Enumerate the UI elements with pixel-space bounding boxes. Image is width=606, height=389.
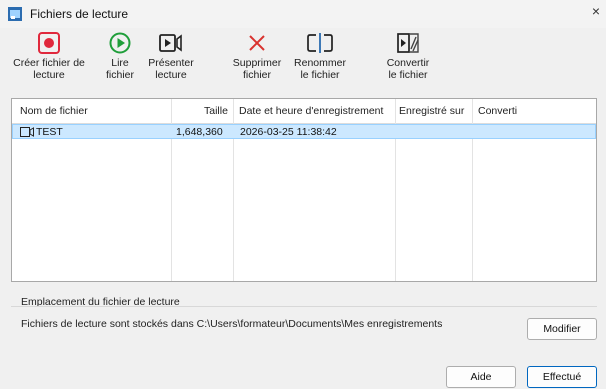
present-icon bbox=[159, 34, 182, 52]
window-title: Fichiers de lecture bbox=[30, 7, 129, 21]
play-file-label-2: fichier bbox=[105, 69, 134, 81]
done-button[interactable]: Effectué bbox=[527, 366, 597, 388]
rename-file-button[interactable]: Renommer le fichier bbox=[290, 32, 350, 81]
create-recording-label-2: lecture bbox=[33, 69, 65, 81]
delete-file-button[interactable]: Supprimer fichier bbox=[229, 32, 285, 81]
create-recording-button[interactable]: Créer fichier de lecture bbox=[11, 32, 87, 81]
play-file-label-1: Lire bbox=[111, 57, 129, 69]
delete-file-label-1: Supprimer bbox=[232, 57, 282, 69]
group-divider bbox=[11, 306, 597, 307]
delete-icon bbox=[249, 35, 265, 51]
rename-icon bbox=[307, 33, 333, 53]
convert-file-label-2: le fichier bbox=[388, 69, 428, 81]
header-converted[interactable]: Converti bbox=[478, 105, 517, 117]
storage-path-text: Fichiers de lecture sont stockés dans C:… bbox=[21, 318, 443, 330]
present-recording-button[interactable]: Présenter lecture bbox=[145, 32, 197, 81]
video-file-icon bbox=[20, 127, 34, 137]
play-file-button[interactable]: Lire fichier bbox=[103, 32, 137, 81]
row-size: 1,648,360 bbox=[176, 126, 223, 138]
present-recording-label-1: Présenter bbox=[148, 57, 194, 69]
recordings-list[interactable]: Nom de fichier Taille Date et heure d'en… bbox=[11, 98, 597, 282]
create-recording-label-1: Créer fichier de bbox=[13, 57, 85, 69]
convert-icon bbox=[397, 33, 419, 53]
close-icon[interactable]: × bbox=[592, 3, 600, 19]
rename-file-label-2: le fichier bbox=[300, 69, 340, 81]
header-date[interactable]: Date et heure d'enregistrement bbox=[239, 105, 383, 117]
row-date: 2026-03-25 11:38:42 bbox=[240, 126, 337, 138]
list-header: Nom de fichier Taille Date et heure d'en… bbox=[12, 99, 596, 124]
convert-file-button[interactable]: Convertir le fichier bbox=[383, 32, 433, 81]
table-row[interactable]: TEST 1,648,360 2026-03-25 11:38:42 bbox=[12, 124, 596, 139]
app-icon bbox=[8, 7, 22, 21]
modify-button[interactable]: Modifier bbox=[527, 318, 597, 340]
delete-file-label-2: fichier bbox=[242, 69, 271, 81]
header-saved-on[interactable]: Enregistré sur bbox=[399, 105, 464, 117]
rename-file-label-1: Renommer bbox=[294, 57, 346, 69]
header-filename[interactable]: Nom de fichier bbox=[20, 105, 88, 117]
record-icon bbox=[38, 32, 60, 54]
header-size[interactable]: Taille bbox=[204, 105, 228, 117]
row-filename: TEST bbox=[36, 126, 63, 138]
present-recording-label-2: lecture bbox=[155, 69, 187, 81]
play-icon bbox=[109, 32, 131, 54]
toolbar: Créer fichier de lecture Lire fichier Pr… bbox=[0, 32, 606, 92]
title-bar: Fichiers de lecture × bbox=[0, 0, 606, 28]
help-button[interactable]: Aide bbox=[446, 366, 516, 388]
convert-file-label-1: Convertir bbox=[386, 57, 430, 69]
